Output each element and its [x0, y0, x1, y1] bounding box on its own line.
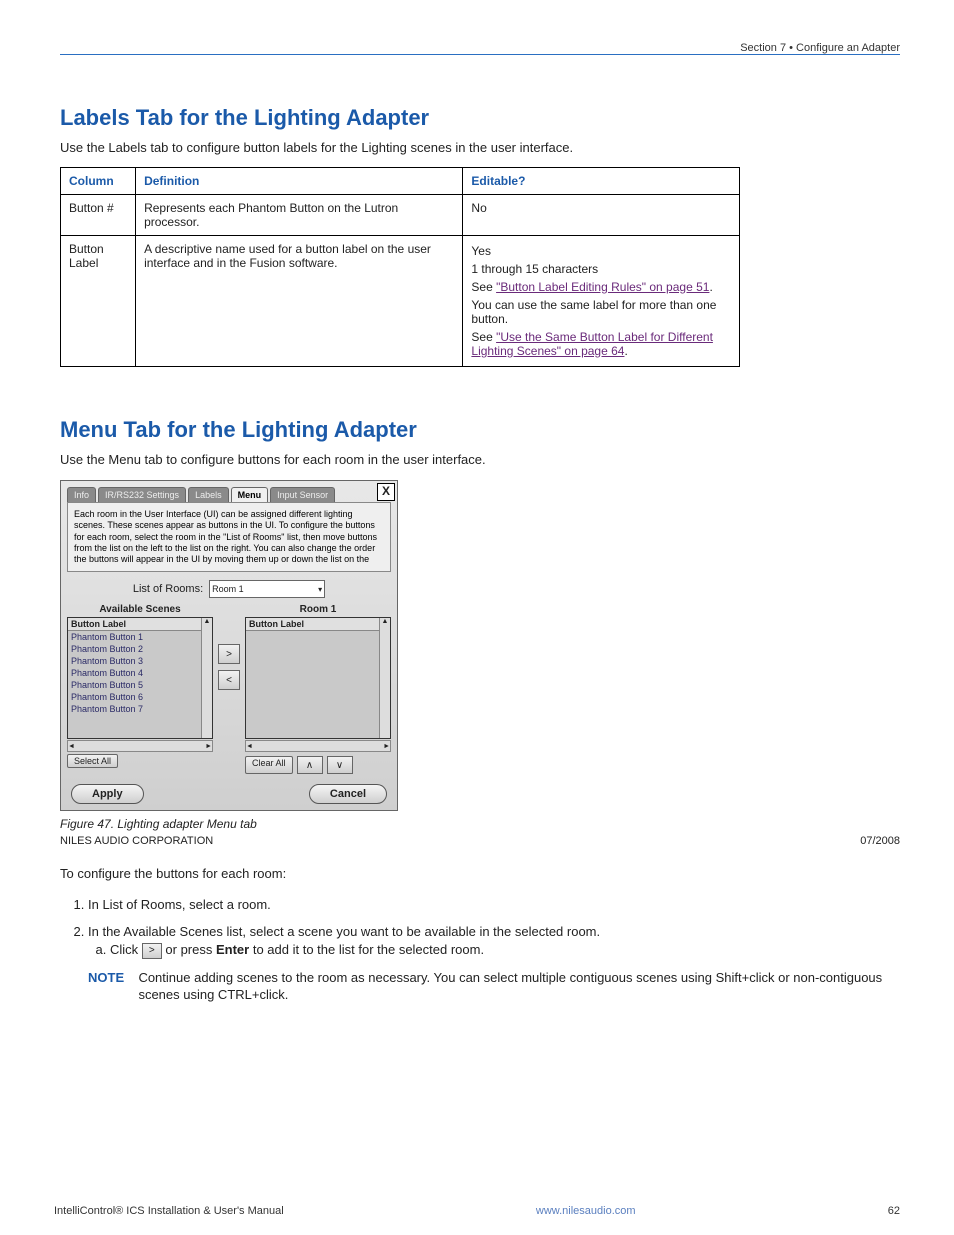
- guide-left: NILES AUDIO CORPORATION: [60, 835, 213, 847]
- select-all-button[interactable]: Select All: [67, 754, 118, 768]
- list-item[interactable]: Phantom Button 1: [68, 631, 201, 643]
- move-left-button[interactable]: <: [218, 670, 240, 690]
- move-right-button[interactable]: >: [218, 644, 240, 664]
- list-item[interactable]: Phantom Button 3: [68, 655, 201, 667]
- list-item[interactable]: Phantom Button 5: [68, 679, 201, 691]
- dropdown-value: Room 1: [212, 584, 244, 594]
- note-text: Continue adding scenes to the room as ne…: [138, 969, 900, 1004]
- scrollbar-horizontal[interactable]: ◄►: [245, 740, 391, 752]
- th-definition: Definition: [136, 167, 463, 194]
- room-scenes-title: Room 1: [245, 604, 391, 615]
- heading-menu: Menu Tab for the Lighting Adapter: [60, 417, 900, 443]
- tab-menu[interactable]: Menu: [231, 487, 269, 502]
- cancel-button[interactable]: Cancel: [309, 784, 387, 804]
- labels-table: Column Definition Editable? Button # Rep…: [60, 167, 740, 367]
- move-down-button[interactable]: ∨: [327, 756, 353, 774]
- list-of-rooms-label: List of Rooms:: [133, 583, 203, 595]
- move-up-button[interactable]: ∧: [297, 756, 323, 774]
- tab-input-sensor[interactable]: Input Sensor: [270, 487, 335, 502]
- cell: A descriptive name used for a button lab…: [136, 235, 463, 366]
- room-scenes-list[interactable]: Button Label ▲: [245, 617, 391, 739]
- tab-info[interactable]: Info: [67, 487, 96, 502]
- help-text: Each room in the User Interface (UI) can…: [67, 502, 391, 572]
- available-scenes-list[interactable]: Button Label Phantom Button 1Phantom But…: [67, 617, 213, 739]
- move-right-icon: >: [142, 943, 162, 959]
- scrollbar-vertical[interactable]: ▲: [201, 618, 212, 738]
- footer-manual: IntelliControl® ICS Installation & User'…: [54, 1205, 284, 1217]
- scrollbar-horizontal[interactable]: ◄►: [67, 740, 213, 752]
- table-row: Button Label A descriptive name used for…: [61, 235, 740, 366]
- cell-multiline: Yes1 through 15 charactersSee "Button La…: [463, 235, 740, 366]
- steps-lead: To configure the buttons for each room:: [60, 865, 900, 883]
- list-header: Button Label: [249, 619, 304, 629]
- apply-button[interactable]: Apply: [71, 784, 144, 804]
- th-editable: Editable?: [463, 167, 740, 194]
- cell: Button #: [61, 194, 136, 235]
- footer-page: 62: [888, 1205, 900, 1217]
- cell: No: [463, 194, 740, 235]
- guide-right: 07/2008: [860, 835, 900, 847]
- available-scenes-title: Available Scenes: [67, 604, 213, 615]
- footer-site-link[interactable]: www.nilesaudio.com: [536, 1205, 636, 1217]
- tab-labels[interactable]: Labels: [188, 487, 229, 502]
- figure-caption: Figure 47. Lighting adapter Menu tab: [60, 817, 900, 831]
- scrollbar-vertical[interactable]: ▲: [379, 618, 390, 738]
- step-1: In List of Rooms, select a room.: [88, 896, 900, 914]
- note-label: NOTE: [88, 969, 130, 1004]
- table-row: Button # Represents each Phantom Button …: [61, 194, 740, 235]
- step-2a: Click > or press Enter to add it to the …: [110, 941, 900, 959]
- list-item[interactable]: Phantom Button 4: [68, 667, 201, 679]
- clear-all-button[interactable]: Clear All: [245, 756, 293, 774]
- list-item[interactable]: Phantom Button 7: [68, 703, 201, 715]
- menu-intro: Use the Menu tab to configure buttons fo…: [60, 451, 900, 469]
- close-icon[interactable]: X: [377, 483, 395, 501]
- list-item[interactable]: Phantom Button 6: [68, 691, 201, 703]
- tab-ir-rs232-settings[interactable]: IR/RS232 Settings: [98, 487, 186, 502]
- chevron-down-icon: ▾: [318, 585, 322, 594]
- list-item[interactable]: Phantom Button 2: [68, 643, 201, 655]
- list-header: Button Label: [71, 619, 126, 629]
- step-2: In the Available Scenes list, select a s…: [88, 923, 900, 1003]
- tab-bar: InfoIR/RS232 SettingsLabelsMenuInput Sen…: [61, 481, 397, 502]
- menu-tab-screenshot: X InfoIR/RS232 SettingsLabelsMenuInput S…: [60, 480, 398, 811]
- page-footer: IntelliControl® ICS Installation & User'…: [54, 1205, 900, 1217]
- cell: Button Label: [61, 235, 136, 366]
- room-dropdown[interactable]: Room 1 ▾: [209, 580, 325, 598]
- section-head: Section 7 • Configure an Adapter: [740, 42, 900, 54]
- header-rule: [60, 54, 900, 55]
- heading-labels: Labels Tab for the Lighting Adapter: [60, 105, 900, 131]
- th-column: Column: [61, 167, 136, 194]
- enter-key-label: Enter: [216, 942, 249, 957]
- intro-text: Use the Labels tab to configure button l…: [60, 139, 900, 157]
- cell: Represents each Phantom Button on the Lu…: [136, 194, 463, 235]
